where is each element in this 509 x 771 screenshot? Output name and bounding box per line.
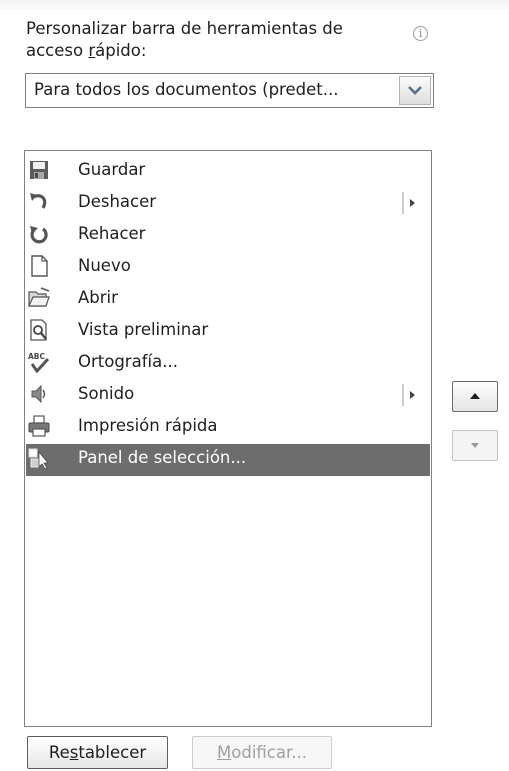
list-item-label: Nuevo bbox=[78, 256, 131, 275]
submenu-arrow-icon[interactable] bbox=[402, 191, 418, 215]
undo-icon bbox=[30, 193, 47, 209]
list-item-rehacer[interactable]: Rehacer bbox=[26, 220, 430, 252]
list-item-vista-preliminar[interactable]: Vista preliminar bbox=[26, 316, 430, 348]
submenu-arrow-icon[interactable] bbox=[402, 383, 418, 407]
list-item-label: Sonido bbox=[78, 384, 135, 403]
reset-label-start: Re bbox=[48, 743, 70, 762]
list-item-label: Impresión rápida bbox=[78, 416, 218, 435]
spelling-icon: ABC bbox=[28, 352, 50, 373]
reset-label-end: tablecer bbox=[78, 743, 147, 762]
scope-dropdown-value: Para todos los documentos (predet... bbox=[34, 80, 339, 99]
list-item-label: Vista preliminar bbox=[78, 320, 209, 339]
quick-print-icon bbox=[28, 415, 50, 437]
list-item-nuevo[interactable]: Nuevo bbox=[26, 252, 430, 284]
list-item-label: Deshacer bbox=[78, 192, 157, 211]
top-shadow bbox=[0, 0, 509, 12]
dropdown-button[interactable] bbox=[399, 76, 431, 105]
selection-pane-icon bbox=[28, 448, 49, 469]
modify-label-end: odificar... bbox=[231, 743, 307, 762]
heading-text-end: ápido: bbox=[95, 41, 147, 60]
move-down-button[interactable] bbox=[452, 430, 498, 461]
save-icon bbox=[30, 161, 48, 179]
list-item-deshacer[interactable]: Deshacer bbox=[26, 188, 430, 220]
list-item-impresion-rapida[interactable]: Impresión rápida bbox=[26, 412, 430, 444]
list-item-sonido[interactable]: Sonido bbox=[26, 380, 430, 412]
list-item-guardar[interactable]: Guardar bbox=[26, 156, 430, 188]
list-item-label: Rehacer bbox=[78, 224, 146, 243]
list-item-panel-de-seleccion[interactable]: Panel de selección... bbox=[26, 444, 430, 476]
modify-button[interactable]: Modificar... bbox=[192, 736, 332, 769]
chevron-down-icon bbox=[408, 86, 422, 95]
reset-button[interactable]: Restablecer bbox=[27, 736, 168, 769]
svg-text:ABC: ABC bbox=[28, 352, 46, 361]
print-preview-icon bbox=[30, 319, 47, 341]
list-item-abrir[interactable]: Abrir bbox=[26, 284, 430, 316]
list-item-label: Abrir bbox=[78, 288, 118, 307]
list-item-ortografia[interactable]: ABC Ortografía... bbox=[26, 348, 430, 380]
list-item-label: Guardar bbox=[78, 160, 146, 179]
heading-line-2: acceso rápido: bbox=[26, 40, 396, 62]
modify-accelerator: M bbox=[217, 743, 232, 762]
commands-list[interactable]: Guardar Deshacer Rehacer Nuevo Abrir Vis… bbox=[24, 150, 432, 727]
list-item-label: Ortografía... bbox=[78, 352, 178, 371]
heading-line-1: Personalizar barra de herramientas de bbox=[26, 19, 343, 38]
open-folder-icon bbox=[28, 287, 50, 307]
redo-icon bbox=[30, 226, 48, 244]
scope-dropdown[interactable]: Para todos los documentos (predet... bbox=[25, 73, 434, 108]
move-up-button[interactable] bbox=[452, 381, 498, 412]
list-item-label: Panel de selección... bbox=[78, 448, 247, 467]
heading-text: acceso bbox=[26, 41, 89, 60]
info-icon[interactable]: i bbox=[413, 26, 428, 41]
new-document-icon bbox=[31, 255, 48, 277]
triangle-up-icon bbox=[470, 393, 480, 399]
triangle-down-icon bbox=[471, 443, 479, 448]
panel-heading: Personalizar barra de herramientas de ac… bbox=[26, 18, 396, 62]
sound-icon bbox=[31, 384, 46, 404]
